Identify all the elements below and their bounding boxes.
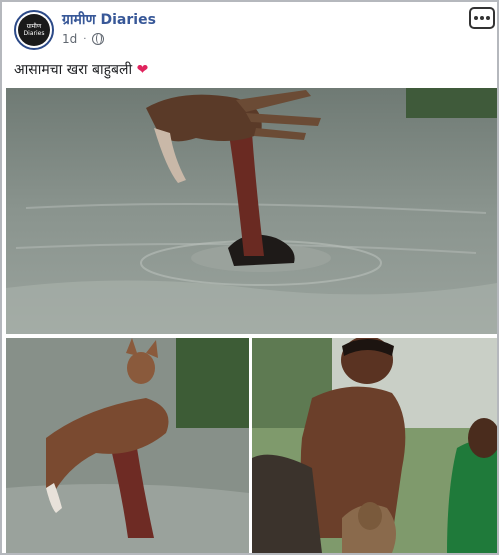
- heart-icon: ❤: [136, 62, 149, 78]
- post-timestamp[interactable]: 1d: [62, 32, 77, 46]
- post-meta: 1d ·: [62, 32, 105, 46]
- avatar[interactable]: ग्रामीण Diaries: [14, 10, 54, 50]
- more-options-icon[interactable]: [469, 7, 495, 29]
- post-caption: आसामचा खरा बाहुबली ❤: [14, 60, 148, 79]
- avatar-text: ग्रामीण Diaries: [23, 23, 45, 37]
- globe-icon[interactable]: [92, 33, 105, 45]
- post-card: ग्रामीण Diaries ग्रामीण Diaries 1d · आसा…: [0, 0, 499, 555]
- avatar-logo: ग्रामीण Diaries: [18, 14, 50, 46]
- page-name-link[interactable]: ग्रामीण Diaries: [62, 10, 156, 29]
- separator-dot: ·: [83, 33, 87, 45]
- photo-bottom-left[interactable]: [6, 338, 249, 553]
- photo-bottom-right[interactable]: [252, 338, 497, 553]
- post-caption-text: आसामचा खरा बाहुबली: [14, 62, 133, 78]
- post-header: ग्रामीण Diaries ग्रामीण Diaries 1d ·: [2, 2, 497, 54]
- photo-top[interactable]: [6, 88, 497, 334]
